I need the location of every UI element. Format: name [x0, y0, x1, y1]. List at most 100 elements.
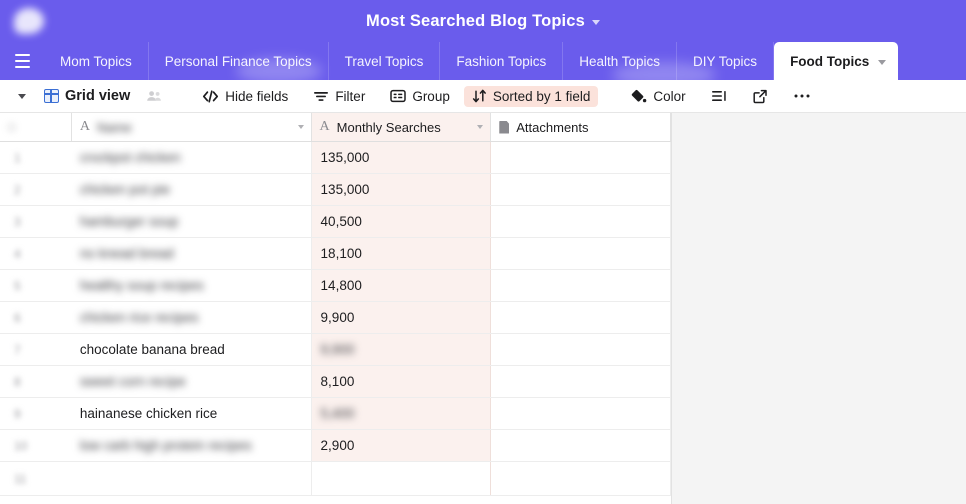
chevron-down-icon[interactable] — [297, 125, 304, 129]
name-cell[interactable]: chicken rice recipes — [72, 302, 312, 333]
tab-diy-topics[interactable]: DIY Topics — [677, 42, 775, 80]
view-sidebar-toggle-icon[interactable] — [18, 93, 26, 99]
attachments-cell[interactable] — [491, 206, 671, 237]
monthly-searches-cell[interactable] — [311, 462, 492, 495]
tab-mom-topics[interactable]: Mom Topics — [44, 42, 149, 80]
attachments-cell[interactable] — [491, 334, 671, 365]
table-row[interactable]: 5 healthy soup recipes 14,800 — [0, 270, 671, 302]
view-toolbar: Grid view Hide fields Filter Group Sorte… — [0, 80, 966, 113]
table-row[interactable]: 2 chicken pot pie 135,000 — [0, 174, 671, 206]
collaborators-button[interactable] — [138, 86, 170, 106]
attachments-cell[interactable] — [491, 430, 671, 461]
name-column-header[interactable]: A Name — [72, 113, 312, 141]
table-row[interactable]: 10 low carb high protein recipes 2,900 — [0, 430, 671, 462]
row-gutter-cell[interactable]: 1 — [0, 142, 72, 173]
share-export-button[interactable] — [744, 86, 776, 107]
monthly-searches-cell[interactable]: 9,900 — [311, 302, 492, 333]
name-value: chocolate banana bread — [79, 342, 225, 357]
attachments-cell[interactable] — [491, 238, 671, 269]
table-row[interactable]: 4 no knead bread 18,100 — [0, 238, 671, 270]
monthly-searches-cell[interactable]: 8,100 — [311, 366, 492, 397]
row-gutter-cell[interactable]: 7 — [0, 334, 72, 365]
name-cell[interactable]: healthy soup recipes — [72, 270, 312, 301]
monthly-searches-column-header[interactable]: A Monthly Searches — [311, 113, 492, 141]
table-row[interactable]: 3 hamburger soup 40,500 — [0, 206, 671, 238]
tab-health-topics[interactable]: Health Topics — [563, 42, 678, 80]
monthly-searches-cell[interactable]: 2,900 — [311, 430, 492, 461]
grid-view-button[interactable]: Grid view — [36, 85, 138, 107]
monthly-searches-cell[interactable]: 135,000 — [311, 174, 492, 205]
tab-fashion-topics[interactable]: Fashion Topics — [440, 42, 564, 80]
tab-personal-finance-topics[interactable]: Personal Finance Topics — [148, 42, 329, 80]
attachments-cell[interactable] — [491, 302, 671, 333]
chevron-down-icon[interactable] — [878, 59, 887, 65]
top-bar: Most Searched Blog Topics — [0, 0, 966, 42]
row-height-button[interactable] — [703, 86, 735, 106]
row-gutter-cell[interactable]: 9 — [0, 398, 72, 429]
name-cell[interactable]: chocolate banana bread — [72, 334, 312, 365]
sort-button[interactable]: Sorted by 1 field — [463, 85, 599, 107]
name-cell[interactable]: crockpot chicken — [72, 142, 312, 173]
filter-button[interactable]: Filter — [305, 86, 373, 107]
table-row[interactable]: 8 sweet corn recipe 8,100 — [0, 366, 671, 398]
attachment-icon — [499, 120, 510, 134]
chevron-down-icon[interactable] — [477, 125, 484, 129]
name-value: chicken rice recipes — [79, 310, 199, 325]
row-gutter-cell[interactable]: 5 — [0, 270, 72, 301]
table-row[interactable]: 6 chicken rice recipes 9,900 — [0, 302, 671, 334]
row-gutter-cell[interactable]: 11 — [0, 462, 72, 495]
searches-value: 18,100 — [320, 246, 362, 261]
searches-value: 14,800 — [320, 278, 362, 293]
attachments-cell[interactable] — [491, 270, 671, 301]
name-cell[interactable]: chicken pot pie — [72, 174, 312, 205]
monthly-searches-cell[interactable]: 135,000 — [311, 142, 492, 173]
hide-fields-button[interactable]: Hide fields — [194, 86, 296, 107]
tab-travel-topics[interactable]: Travel Topics — [328, 42, 441, 80]
name-cell[interactable]: low carb high protein recipes — [72, 430, 312, 461]
attachments-cell[interactable] — [491, 174, 671, 205]
name-cell[interactable] — [72, 462, 312, 495]
row-gutter-cell[interactable]: 4 — [0, 238, 72, 269]
table-row[interactable]: 1 crockpot chicken 135,000 — [0, 142, 671, 174]
row-gutter-cell[interactable]: 3 — [0, 206, 72, 237]
table-row[interactable]: 7 chocolate banana bread 9,900 — [0, 334, 671, 366]
color-button[interactable]: Color — [622, 86, 693, 107]
row-gutter-cell[interactable]: 6 — [0, 302, 72, 333]
name-cell[interactable]: sweet corn recipe — [72, 366, 312, 397]
attachments-cell[interactable] — [491, 142, 671, 173]
hamburger-menu-icon[interactable] — [0, 42, 44, 80]
monthly-searches-cell[interactable]: 40,500 — [311, 206, 492, 237]
filter-icon — [313, 89, 329, 103]
row-gutter-cell[interactable]: 8 — [0, 366, 72, 397]
row-gutter-cell[interactable]: 2 — [0, 174, 72, 205]
name-cell[interactable]: no knead bread — [72, 238, 312, 269]
row-height-icon — [711, 89, 727, 103]
monthly-searches-cell[interactable]: 14,800 — [311, 270, 492, 301]
chevron-down-icon[interactable] — [591, 20, 600, 25]
table-row[interactable]: 9 hainanese chicken rice 5,400 — [0, 398, 671, 430]
attachments-cell[interactable] — [491, 366, 671, 397]
name-cell[interactable]: hainanese chicken rice — [72, 398, 312, 429]
tab-food-topics[interactable]: Food Topics — [774, 42, 899, 80]
group-icon — [390, 89, 407, 103]
color-paint-icon — [630, 89, 647, 104]
more-options-button[interactable] — [785, 90, 819, 102]
attachments-column-header[interactable]: Attachments — [491, 113, 671, 141]
searches-value: 135,000 — [320, 182, 370, 197]
attachments-cell[interactable] — [491, 398, 671, 429]
airtable-app: Most Searched Blog Topics Mom Topics Per… — [0, 0, 966, 504]
attachments-cell[interactable] — [491, 462, 671, 495]
airtable-logo-icon[interactable] — [8, 2, 48, 40]
monthly-searches-cell[interactable]: 5,400 — [311, 398, 492, 429]
sort-label: Sorted by 1 field — [492, 88, 591, 104]
add-row[interactable]: 11 — [0, 462, 671, 496]
name-value: chicken pot pie — [79, 182, 170, 197]
name-cell[interactable]: hamburger soup — [72, 206, 312, 237]
row-gutter-cell[interactable]: 10 — [0, 430, 72, 461]
monthly-searches-cell[interactable]: 9,900 — [311, 334, 492, 365]
group-label: Group — [412, 88, 450, 104]
monthly-searches-cell[interactable]: 18,100 — [311, 238, 492, 269]
tab-label: Fashion Topics — [456, 53, 547, 69]
row-gutter-header: □ — [0, 113, 72, 141]
group-button[interactable]: Group — [382, 86, 458, 107]
